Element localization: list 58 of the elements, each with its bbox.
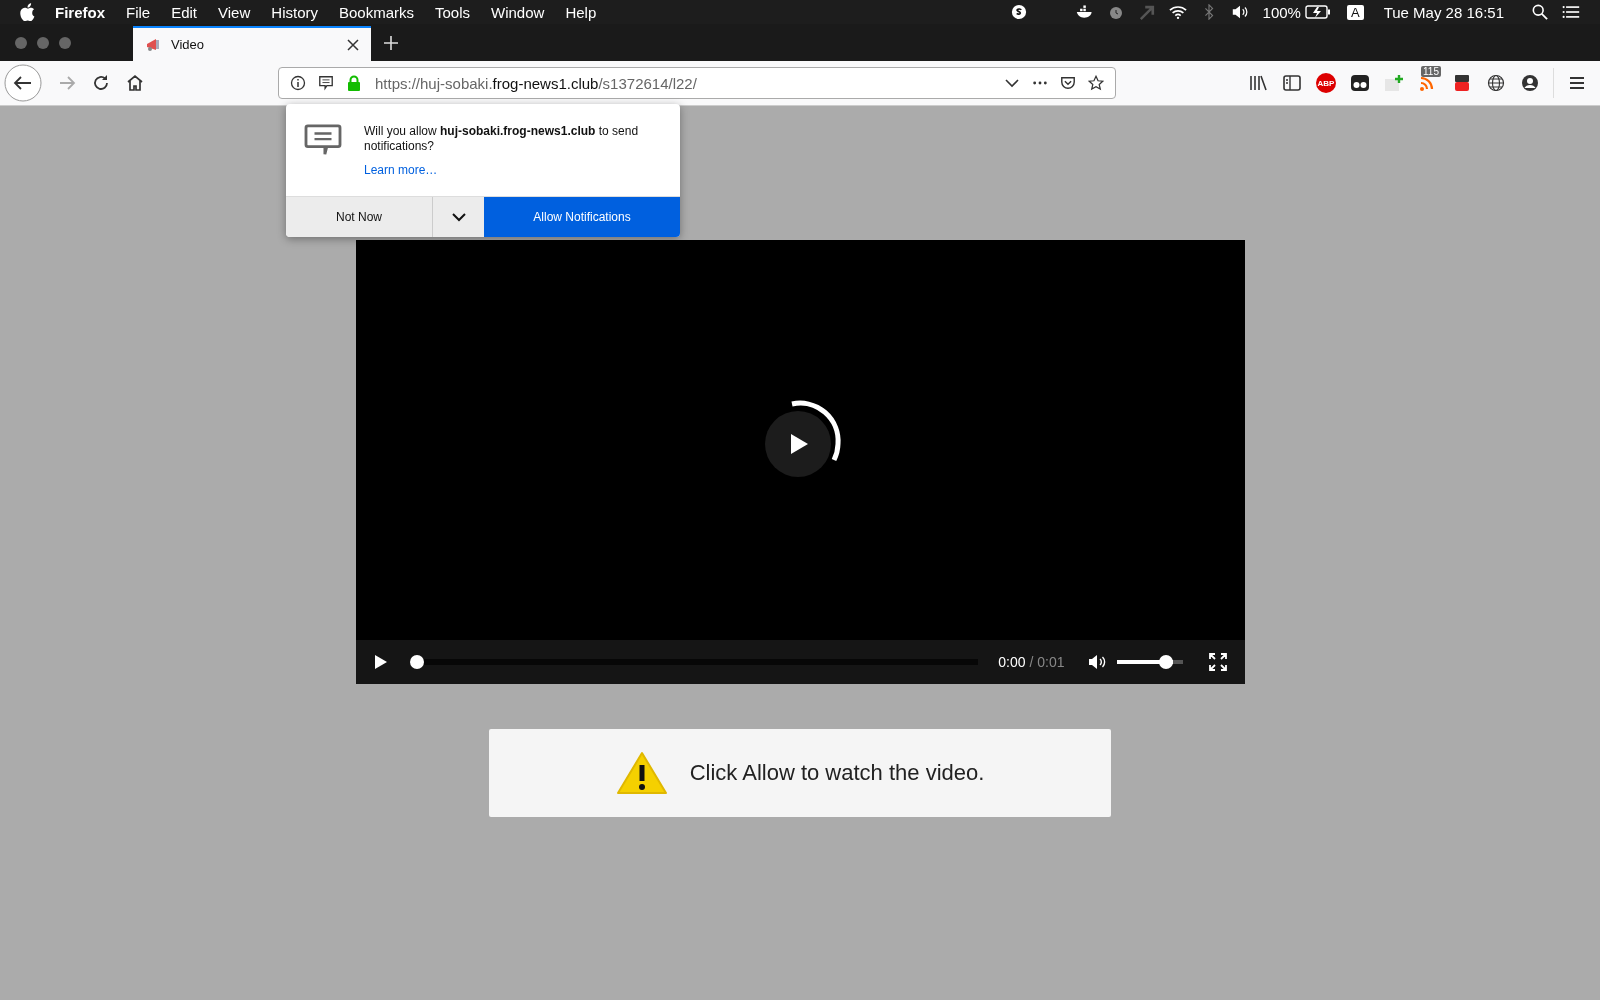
close-icon[interactable] bbox=[347, 38, 359, 51]
speaker-icon[interactable] bbox=[1230, 4, 1249, 20]
account-icon[interactable] bbox=[1520, 74, 1540, 92]
play-icon[interactable] bbox=[373, 654, 388, 670]
browser-tab[interactable]: Video bbox=[133, 26, 371, 61]
add-page-icon[interactable] bbox=[1384, 74, 1404, 92]
app-menu[interactable]: Firefox bbox=[55, 3, 105, 21]
window-minimize-control[interactable] bbox=[37, 36, 49, 49]
globe-icon[interactable] bbox=[1486, 74, 1506, 92]
url-text[interactable]: https://huj-sobaki.frog-news1.club/s1372614/l22/ bbox=[375, 74, 697, 92]
menu-item[interactable]: Help bbox=[565, 3, 597, 21]
menu-item[interactable]: History bbox=[271, 3, 318, 21]
feed-count-badge: 115 bbox=[1421, 66, 1441, 77]
apple-icon[interactable] bbox=[20, 3, 35, 21]
duration: / 0:01 bbox=[1029, 654, 1065, 670]
menu-item[interactable]: Edit bbox=[171, 3, 198, 21]
padlock-icon[interactable] bbox=[346, 75, 362, 91]
glasses-icon[interactable] bbox=[1350, 74, 1370, 92]
battery-icon[interactable] bbox=[1304, 5, 1331, 19]
address-bar[interactable]: https://huj-sobaki.frog-news1.club/s1372614/l22/ bbox=[278, 67, 1116, 99]
chevron-down-icon bbox=[451, 212, 466, 222]
home-icon[interactable] bbox=[125, 73, 145, 93]
reload-icon[interactable] bbox=[91, 73, 111, 93]
progress-thumb[interactable] bbox=[409, 655, 424, 669]
menu-item[interactable]: File bbox=[126, 3, 151, 21]
wifi-icon[interactable] bbox=[1168, 4, 1187, 20]
library-icon[interactable] bbox=[1248, 74, 1268, 92]
new-tab-icon[interactable] bbox=[383, 35, 399, 51]
learn-more-link[interactable]: Learn more… bbox=[364, 163, 664, 178]
speech-bubble-icon[interactable] bbox=[318, 75, 334, 91]
notice-text: Click Allow to watch the video. bbox=[689, 760, 985, 786]
speaker-icon[interactable] bbox=[1086, 654, 1107, 670]
permission-question: Will you allow huj-sobaki.frog-news1.club to send notifications? bbox=[364, 124, 640, 154]
menu-icon[interactable] bbox=[1567, 74, 1587, 92]
menu-item[interactable]: Window bbox=[491, 3, 545, 21]
current-time: 0:00 bbox=[998, 654, 1026, 670]
star-icon[interactable] bbox=[1088, 75, 1104, 91]
battery-percentage: 100% bbox=[1262, 3, 1301, 21]
warning-icon bbox=[615, 751, 668, 795]
not-now-button[interactable]: Not Now bbox=[286, 197, 432, 237]
fullscreen-icon[interactable] bbox=[1208, 653, 1227, 671]
allow-notifications-button[interactable]: Allow Notifications bbox=[484, 197, 680, 237]
window-zoom-control[interactable] bbox=[59, 36, 71, 49]
search-icon[interactable] bbox=[1531, 4, 1549, 20]
whale-icon[interactable] bbox=[1075, 4, 1094, 20]
skype-icon[interactable] bbox=[1009, 4, 1028, 20]
clock[interactable]: Tue May 28 16:51 bbox=[1383, 3, 1504, 21]
input-source-indicator[interactable]: A bbox=[1346, 4, 1364, 20]
list-icon[interactable] bbox=[1562, 4, 1580, 20]
menu-item[interactable]: Bookmarks bbox=[338, 3, 414, 21]
menu-item[interactable]: Tools bbox=[435, 3, 471, 21]
adblock-icon[interactable]: ABP bbox=[1316, 73, 1336, 93]
sidebar-icon[interactable] bbox=[1282, 74, 1302, 92]
menu-item[interactable]: View bbox=[218, 3, 251, 21]
info-icon[interactable] bbox=[290, 75, 306, 91]
pocket-icon[interactable] bbox=[1060, 75, 1076, 91]
back-icon[interactable] bbox=[4, 64, 42, 102]
window-close-control[interactable] bbox=[15, 36, 27, 49]
